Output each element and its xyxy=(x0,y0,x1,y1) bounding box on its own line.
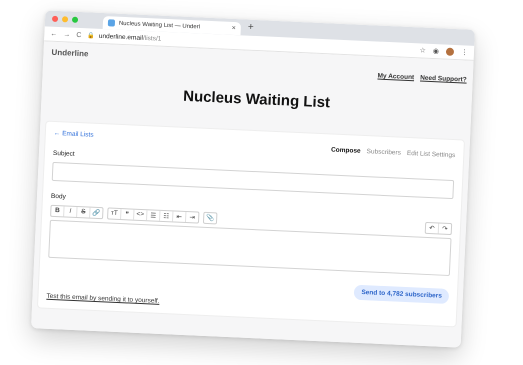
link-icon[interactable]: 🔗 xyxy=(90,207,102,218)
forward-arrow-icon[interactable]: → xyxy=(63,31,70,38)
lock-icon: 🔒 xyxy=(87,32,95,40)
send-button[interactable]: Send to 4,782 subscribers xyxy=(354,284,450,304)
need-support-link[interactable]: Need Support? xyxy=(420,74,467,83)
attachment-icon[interactable]: 📎 xyxy=(204,212,216,223)
indent-icon[interactable]: ⇥ xyxy=(186,212,198,223)
page-content: Underline My Account Need Support? Nucle… xyxy=(31,41,474,348)
url-path: /lists/1 xyxy=(142,34,162,43)
new-tab-button[interactable]: + xyxy=(248,22,254,33)
maximize-window-button[interactable] xyxy=(71,16,79,23)
compose-card: ← Email Lists Compose Subscribers Edit L… xyxy=(37,121,464,327)
code-icon[interactable]: <> xyxy=(134,209,148,220)
minimize-window-button[interactable] xyxy=(61,16,69,23)
tab-compose[interactable]: Compose xyxy=(331,147,361,155)
list-tabs: Compose Subscribers Edit List Settings xyxy=(331,147,456,160)
reload-icon[interactable]: C xyxy=(76,31,81,38)
back-arrow-icon[interactable]: ← xyxy=(50,30,57,37)
bold-button[interactable]: B xyxy=(51,205,65,216)
italic-button[interactable]: I xyxy=(64,205,78,217)
menu-icon[interactable]: ⋮ xyxy=(461,48,468,56)
tab-edit-list-settings[interactable]: Edit List Settings xyxy=(407,150,456,159)
format-group: B I S 🔗 xyxy=(50,204,104,219)
redo-icon[interactable]: ↷ xyxy=(439,223,451,234)
url-host: underline.email xyxy=(98,32,144,42)
page-title: Nucleus Waiting List xyxy=(182,87,331,112)
history-group: ↶ ↷ xyxy=(424,221,453,235)
bullet-list-icon[interactable]: ☰ xyxy=(147,209,161,221)
undo-icon[interactable]: ↶ xyxy=(425,222,440,233)
body-label: Body xyxy=(50,192,66,201)
browser-nav: ← → C xyxy=(50,30,81,38)
browser-window: Nucleus Waiting List — Underl × + ← → C … xyxy=(31,10,475,348)
outdent-icon[interactable]: ⇤ xyxy=(173,210,187,222)
top-links: My Account Need Support? xyxy=(377,73,466,84)
quote-icon[interactable]: ❞ xyxy=(121,208,135,220)
send-test-link[interactable]: Test this email by sending it to yoursel… xyxy=(46,293,159,305)
tab-subscribers[interactable]: Subscribers xyxy=(366,148,401,157)
star-icon[interactable]: ☆ xyxy=(419,46,426,54)
strikethrough-button[interactable]: S xyxy=(77,206,91,218)
window-controls xyxy=(51,15,79,23)
numbered-list-icon[interactable]: ☷ xyxy=(160,210,174,221)
favicon-icon xyxy=(107,19,116,27)
attach-group: 📎 xyxy=(202,211,218,224)
profile-avatar[interactable] xyxy=(445,47,455,56)
extension-icon[interactable]: ◉ xyxy=(433,47,439,55)
my-account-link[interactable]: My Account xyxy=(377,73,414,82)
screenshot-stage: Nucleus Waiting List — Underl × + ← → C … xyxy=(0,0,523,365)
tab-title: Nucleus Waiting List — Underl xyxy=(118,20,201,30)
block-group: тT ❞ <> ☰ ☷ ⇤ ⇥ xyxy=(107,206,200,224)
close-window-button[interactable] xyxy=(51,15,59,22)
toolbar-icons: ☆ ◉ ⋮ xyxy=(419,46,468,56)
email-lists-link[interactable]: ← Email Lists xyxy=(54,130,94,139)
subject-input[interactable] xyxy=(51,161,455,200)
subject-label: Subject xyxy=(52,149,75,158)
brand-logo[interactable]: Underline xyxy=(51,48,88,59)
close-tab-icon[interactable]: × xyxy=(232,25,236,32)
heading-icon[interactable]: тT xyxy=(108,207,122,219)
